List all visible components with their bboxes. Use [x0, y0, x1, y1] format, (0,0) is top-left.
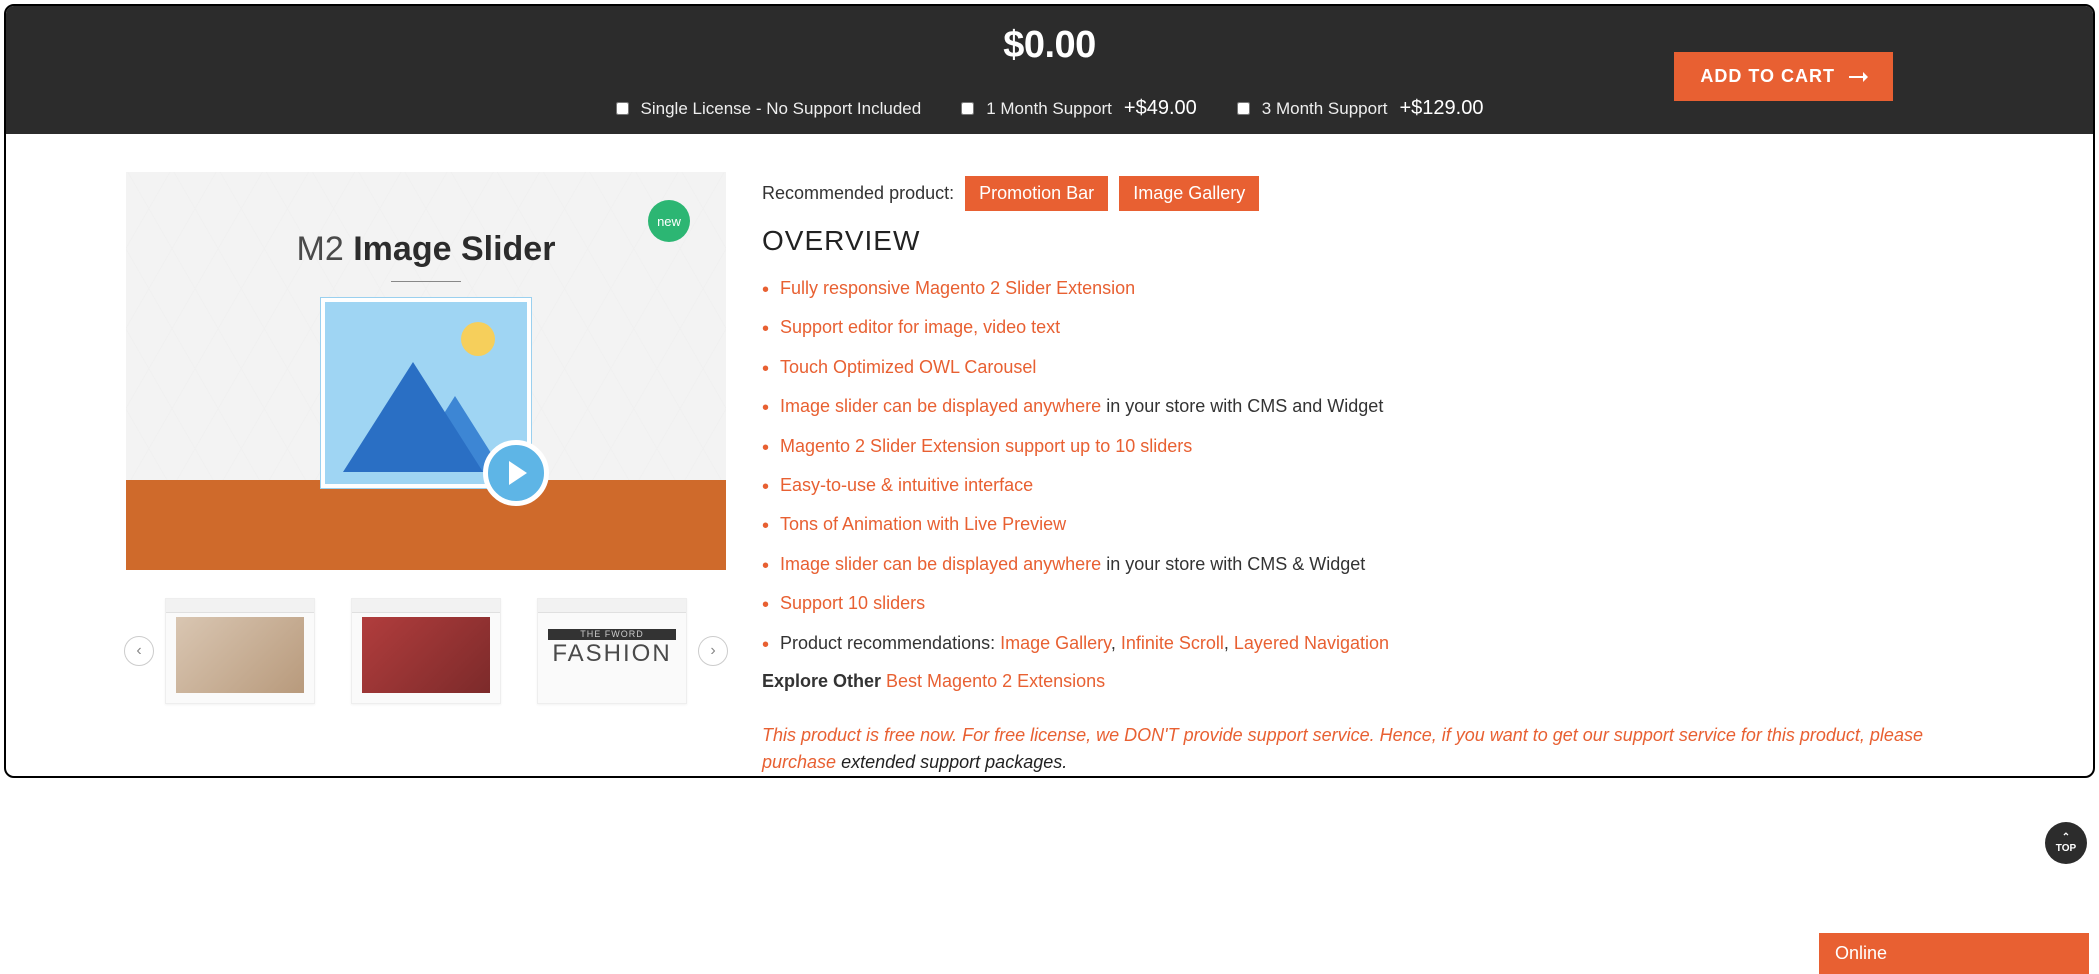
option-1-month-checkbox[interactable]: [961, 102, 974, 115]
option-label: 3 Month Support: [1262, 99, 1388, 119]
arrow-right-icon: [1849, 76, 1867, 78]
thumbnail-carousel: ‹ THE FWORD FASHION ›: [126, 598, 726, 704]
list-item: Support editor for image, video text: [762, 316, 1973, 339]
rec-link[interactable]: Infinite Scroll: [1121, 633, 1224, 653]
recommended-row: Recommended product: Promotion Bar Image…: [762, 176, 1973, 211]
add-to-cart-button[interactable]: ADD TO CART: [1674, 52, 1893, 101]
list-item: Magento 2 Slider Extension support up to…: [762, 435, 1973, 458]
explore-row: Explore Other Best Magento 2 Extensions: [762, 671, 1973, 692]
chat-status: Online: [1835, 943, 1887, 963]
list-item: Product recommendations: Image Gallery, …: [762, 632, 1973, 655]
rec-link[interactable]: Image Gallery: [1000, 633, 1111, 653]
slider-arrow-icon: [483, 440, 549, 506]
list-item: Tons of Animation with Live Preview: [762, 513, 1973, 536]
thumbnail-2[interactable]: [351, 598, 501, 704]
product-price: $0.00: [1003, 24, 1096, 67]
recommended-label: Recommended product:: [762, 183, 954, 203]
explore-prefix: Explore Other: [762, 671, 886, 691]
chat-widget[interactable]: Online: [1819, 933, 2089, 974]
option-single-license-checkbox[interactable]: [616, 102, 629, 115]
scroll-to-top-button[interactable]: ⌃ TOP: [2045, 822, 2087, 864]
product-image-title: M2 Image Slider: [126, 172, 726, 282]
thumbnail-3[interactable]: THE FWORD FASHION: [537, 598, 687, 704]
product-gallery: new M2 Image Slider: [126, 172, 726, 704]
rec-button-image-gallery[interactable]: Image Gallery: [1119, 176, 1259, 211]
image-slider-icon: [321, 298, 531, 488]
add-to-cart-label: ADD TO CART: [1700, 66, 1835, 87]
thumb-prev-button[interactable]: ‹: [124, 636, 154, 666]
list-item: Easy-to-use & intuitive interface: [762, 474, 1973, 497]
list-item: Image slider can be displayed anywhere i…: [762, 553, 1973, 576]
option-single-license[interactable]: Single License - No Support Included: [616, 97, 922, 120]
list-item: Support 10 sliders: [762, 592, 1973, 615]
top-bar: $0.00 ADD TO CART Single License - No Su…: [6, 6, 2093, 134]
option-3-month-checkbox[interactable]: [1237, 102, 1250, 115]
option-1-month-support[interactable]: 1 Month Support +$49.00: [961, 97, 1197, 120]
option-label: 1 Month Support: [986, 99, 1112, 119]
explore-link[interactable]: Best Magento 2 Extensions: [886, 671, 1105, 691]
top-label: TOP: [2056, 843, 2076, 854]
thumb-next-button[interactable]: ›: [698, 636, 728, 666]
option-label: Single License - No Support Included: [641, 99, 922, 119]
option-extra-price: +$129.00: [1399, 97, 1483, 120]
rec-link[interactable]: Layered Navigation: [1234, 633, 1389, 653]
list-item: Fully responsive Magento 2 Slider Extens…: [762, 277, 1973, 300]
option-3-month-support[interactable]: 3 Month Support +$129.00: [1237, 97, 1484, 120]
rec-line-prefix: Product recommendations:: [780, 633, 1000, 653]
list-item: Touch Optimized OWL Carousel: [762, 356, 1973, 379]
notice-black: extended support packages.: [841, 752, 1067, 772]
free-notice: This product is free now. For free licen…: [762, 722, 1973, 776]
product-details: Recommended product: Promotion Bar Image…: [762, 172, 1973, 776]
option-extra-price: +$49.00: [1124, 97, 1197, 120]
thumbnail-1[interactable]: [165, 598, 315, 704]
feature-list: Fully responsive Magento 2 Slider Extens…: [762, 277, 1973, 655]
overview-heading: OVERVIEW: [762, 225, 1973, 257]
list-item: Image slider can be displayed anywhere i…: [762, 395, 1973, 418]
product-main-image[interactable]: new M2 Image Slider: [126, 172, 726, 570]
caret-up-icon: ⌃: [2062, 833, 2070, 843]
rec-button-promotion-bar[interactable]: Promotion Bar: [965, 176, 1108, 211]
